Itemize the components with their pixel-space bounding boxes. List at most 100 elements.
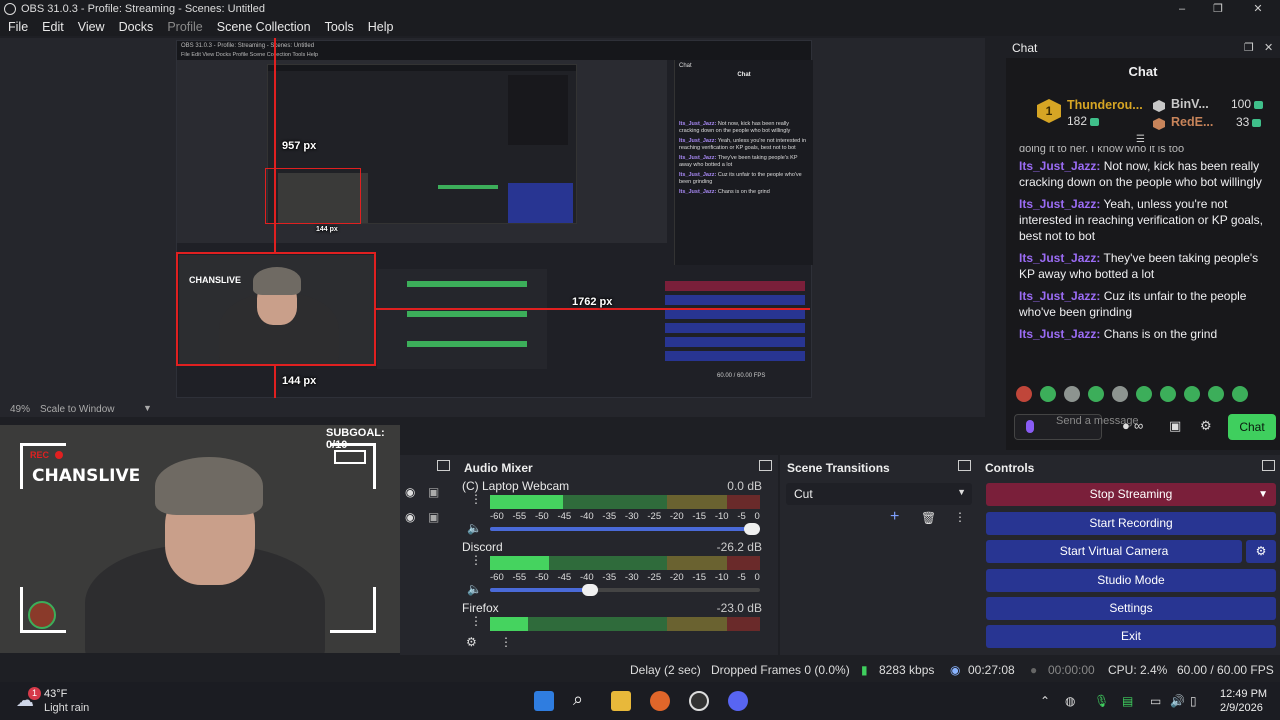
nested-chat-dock-title: Chat [679, 63, 692, 69]
emote-picker-icon[interactable]: ● [1122, 418, 1130, 433]
taskbar: ☁ 1 43°F Light rain ⌕ ⌃ ◍ 🎙 ▤ ▭ 🔊 ▯ 12:4… [0, 682, 1280, 720]
minimize-button[interactable]: – [1162, 0, 1202, 18]
clock-date[interactable]: 2/9/2026 [1220, 702, 1263, 714]
emote-icon[interactable] [1088, 386, 1104, 402]
transition-select[interactable]: Cut ▼ [786, 483, 972, 505]
guide-line-vertical-bottom [274, 366, 276, 398]
close-dock-icon[interactable]: ✕ [1264, 38, 1273, 58]
float-dock-icon[interactable] [759, 460, 772, 471]
virtual-camera-settings-icon[interactable]: ⚙ [1246, 540, 1276, 563]
firefox-icon[interactable] [650, 691, 670, 711]
speaker-tray-icon[interactable]: 🔊 [1170, 694, 1185, 708]
stop-streaming-button[interactable]: Stop Streaming ▼ [986, 483, 1276, 506]
mixer-settings-icon[interactable]: ⚙ [466, 635, 477, 649]
emote-icon[interactable] [1160, 386, 1176, 402]
gear-icon[interactable]: ⚙ [1200, 418, 1212, 434]
gift-icon[interactable]: ▣ [1169, 418, 1181, 434]
menu-edit[interactable]: Edit [42, 20, 64, 34]
rec-dot-icon [55, 451, 63, 459]
emote-icon[interactable] [1112, 386, 1128, 402]
menu-docks[interactable]: Docks [119, 20, 154, 34]
leader-2-name[interactable]: BinV... [1171, 97, 1209, 111]
eye-icon[interactable]: ◉ [405, 485, 415, 499]
menu-help[interactable]: Help [368, 20, 394, 34]
guide-line-horizontal [376, 308, 810, 310]
size-label-1762: 1762 px [572, 296, 613, 308]
maximize-button[interactable]: ❐ [1198, 0, 1238, 18]
scale-mode-select[interactable]: Scale to Window [40, 404, 155, 415]
mixer-menu-icon[interactable]: ⋮ [500, 635, 512, 649]
chat-messages[interactable]: doing it to her. I know who it is too It… [1006, 146, 1280, 382]
chat-leaderboard: 1 Thunderou... 182 BinV... 100 RedE... 3… [1006, 94, 1280, 145]
windows-start-icon[interactable] [534, 691, 554, 711]
tray-app-icon[interactable]: ◍ [1065, 694, 1075, 708]
exit-button[interactable]: Exit [986, 625, 1276, 648]
emote-icon[interactable] [1016, 386, 1032, 402]
leader-3-name[interactable]: RedE... [1171, 115, 1213, 129]
close-button[interactable]: ✕ [1238, 0, 1278, 18]
trash-icon[interactable]: 🗑 [921, 511, 936, 525]
channel-menu-icon[interactable]: ⋮ [470, 615, 482, 627]
chat-send-button[interactable]: Chat [1228, 414, 1276, 440]
audio-mixer-title: Audio Mixer [464, 461, 533, 475]
emote-icon[interactable] [1040, 386, 1056, 402]
chat-message: Its_Just_Jazz: Cuz its unfair to the peo… [1019, 289, 1247, 319]
microphone-tray-icon[interactable]: 🎙 [1094, 694, 1109, 708]
menu-tools[interactable]: Tools [325, 20, 354, 34]
file-explorer-icon[interactable] [611, 691, 631, 711]
emote-icon[interactable] [1064, 386, 1080, 402]
channel-db: -23.0 dB [716, 601, 762, 615]
emote-icon[interactable] [1184, 386, 1200, 402]
channel-menu-icon[interactable]: ⋮ [470, 493, 482, 505]
start-virtual-camera-button[interactable]: Start Virtual Camera [986, 540, 1242, 563]
expand-icon[interactable]: ☰ [1136, 134, 1145, 145]
discord-icon[interactable] [728, 691, 748, 711]
chat-message: Its_Just_Jazz: Yeah, unless you're not i… [1019, 197, 1263, 243]
volume-slider[interactable] [490, 523, 760, 535]
menu-file[interactable]: File [8, 20, 28, 34]
chat-message: Its_Just_Jazz: Chans is on the grind [1019, 327, 1218, 341]
volume-slider[interactable] [490, 584, 760, 596]
eye-icon[interactable]: ◉ [405, 510, 415, 524]
speaker-icon[interactable]: 🔈 [467, 521, 482, 535]
emote-icon[interactable] [1136, 386, 1152, 402]
chevron-down-icon[interactable]: ▼ [143, 403, 152, 413]
tray-app-icon[interactable]: ▤ [1122, 694, 1133, 708]
float-dock-icon[interactable]: ❐ [1244, 38, 1254, 58]
studio-mode-button[interactable]: Studio Mode [986, 569, 1276, 592]
chevron-down-icon[interactable]: ▼ [1258, 483, 1268, 506]
speaker-icon[interactable]: 🔈 [467, 582, 482, 596]
kick-gem-icon [1254, 100, 1264, 109]
leader-1-name[interactable]: Thunderou... [1067, 98, 1143, 112]
emote-icon[interactable] [1208, 386, 1224, 402]
infinity-icon[interactable]: ∞ [1134, 418, 1143, 433]
transition-menu-icon[interactable]: ⋮ [954, 510, 966, 524]
lock-icon[interactable]: ▣ [428, 485, 439, 499]
record-icon: ● [1030, 663, 1038, 677]
settings-button[interactable]: Settings [986, 597, 1276, 620]
chat-input-row: Send a message ● ∞ ▣ ⚙ Chat [1006, 412, 1280, 442]
add-transition-icon[interactable]: + [890, 508, 899, 526]
start-recording-button[interactable]: Start Recording [986, 512, 1276, 535]
preview-area[interactable]: OBS 31.0.3 - Profile: Streaming - Scenes… [0, 38, 985, 404]
menu-scene-collection[interactable]: Scene Collection [217, 20, 311, 34]
float-dock-icon[interactable] [958, 460, 971, 471]
menu-view[interactable]: View [78, 20, 105, 34]
microphone-icon[interactable] [1026, 420, 1034, 433]
emote-icon[interactable] [1232, 386, 1248, 402]
channel-menu-icon[interactable]: ⋮ [470, 554, 482, 566]
chevron-up-icon[interactable]: ⌃ [1040, 694, 1050, 708]
leader-1-value: 182 [1067, 114, 1100, 128]
lock-icon[interactable]: ▣ [428, 510, 439, 524]
float-dock-icon[interactable] [1262, 460, 1275, 471]
network-icon[interactable]: ▭ [1150, 694, 1161, 708]
obs-taskbar-icon[interactable] [689, 691, 709, 711]
battery-tray-icon[interactable]: ▯ [1190, 694, 1197, 708]
battery-icon [334, 450, 366, 464]
float-dock-icon[interactable] [437, 460, 450, 471]
search-icon[interactable]: ⌕ [573, 689, 583, 710]
cpu-usage: CPU: 2.4% [1108, 663, 1168, 677]
clock-time[interactable]: 12:49 PM [1220, 688, 1267, 700]
menu-profile[interactable]: Profile [167, 20, 202, 34]
selection-box[interactable] [176, 252, 376, 366]
